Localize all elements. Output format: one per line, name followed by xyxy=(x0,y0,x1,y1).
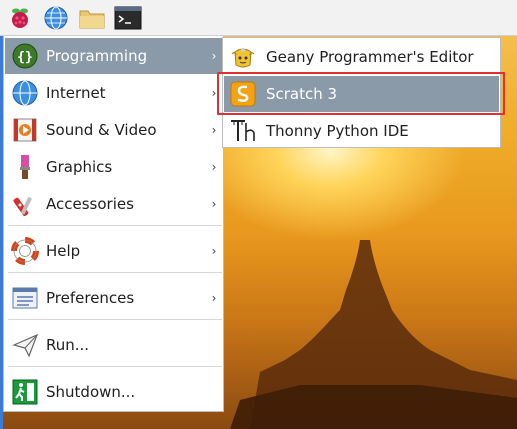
menu-item-run[interactable]: Run... xyxy=(5,327,223,363)
run-icon xyxy=(10,330,40,360)
menu-separator xyxy=(8,319,222,320)
menu-item-help[interactable]: Help › xyxy=(5,233,223,269)
menu-separator xyxy=(8,366,222,367)
svg-text:{}: {} xyxy=(17,50,33,65)
terminal-icon[interactable] xyxy=(112,2,144,34)
scratch-icon xyxy=(228,79,258,109)
help-icon xyxy=(10,236,40,266)
programming-submenu: Geany Programmer's Editor Scratch 3 Thon… xyxy=(222,37,501,148)
submenu-item-geany[interactable]: Geany Programmer's Editor xyxy=(224,39,499,75)
submenu-item-label: Geany Programmer's Editor xyxy=(266,48,474,66)
submenu-item-scratch[interactable]: Scratch 3 xyxy=(224,76,499,112)
menu-item-label: Internet xyxy=(46,84,106,102)
menu-item-preferences[interactable]: Preferences › xyxy=(5,280,223,316)
submenu-arrow-icon: › xyxy=(211,244,217,258)
menu-item-label: Run... xyxy=(46,336,90,354)
thonny-icon xyxy=(228,116,258,146)
menu-item-accessories[interactable]: Accessories › xyxy=(5,186,223,222)
file-manager-icon[interactable] xyxy=(76,2,108,34)
shutdown-icon xyxy=(10,377,40,407)
geany-icon xyxy=(228,42,258,72)
submenu-item-thonny[interactable]: Thonny Python IDE xyxy=(224,113,499,149)
programming-icon: {} xyxy=(10,41,40,71)
menu-item-internet[interactable]: Internet › xyxy=(5,75,223,111)
menu-item-label: Accessories xyxy=(46,195,134,213)
accessories-icon xyxy=(10,189,40,219)
menu-item-label: Preferences xyxy=(46,289,135,307)
submenu-arrow-icon: › xyxy=(211,197,217,211)
menu-item-label: Graphics xyxy=(46,158,113,176)
submenu-arrow-icon: › xyxy=(211,49,217,63)
menu-item-graphics[interactable]: Graphics › xyxy=(5,149,223,185)
menu-item-shutdown[interactable]: Shutdown... xyxy=(5,374,223,410)
preferences-icon xyxy=(10,283,40,313)
submenu-item-label: Thonny Python IDE xyxy=(266,122,409,140)
menu-item-label: Programming xyxy=(46,47,148,65)
submenu-arrow-icon: › xyxy=(211,86,217,100)
application-menu: {} Programming › Internet › Sound & Vide… xyxy=(3,36,224,412)
menu-item-label: Sound & Video xyxy=(46,121,157,139)
taskbar-panel xyxy=(0,0,517,36)
menu-separator xyxy=(8,272,222,273)
web-browser-icon[interactable] xyxy=(40,2,72,34)
internet-icon xyxy=(10,78,40,108)
submenu-arrow-icon: › xyxy=(211,123,217,137)
raspberry-menu-icon[interactable] xyxy=(4,2,36,34)
menu-item-label: Help xyxy=(46,242,81,260)
submenu-arrow-icon: › xyxy=(211,160,217,174)
submenu-arrow-icon: › xyxy=(211,291,217,305)
submenu-item-label: Scratch 3 xyxy=(266,85,338,103)
sound-video-icon xyxy=(10,115,40,145)
menu-item-programming[interactable]: {} Programming › xyxy=(5,38,223,74)
menu-item-sound-video[interactable]: Sound & Video › xyxy=(5,112,223,148)
menu-separator xyxy=(8,225,222,226)
graphics-icon xyxy=(10,152,40,182)
menu-item-label: Shutdown... xyxy=(46,383,136,401)
